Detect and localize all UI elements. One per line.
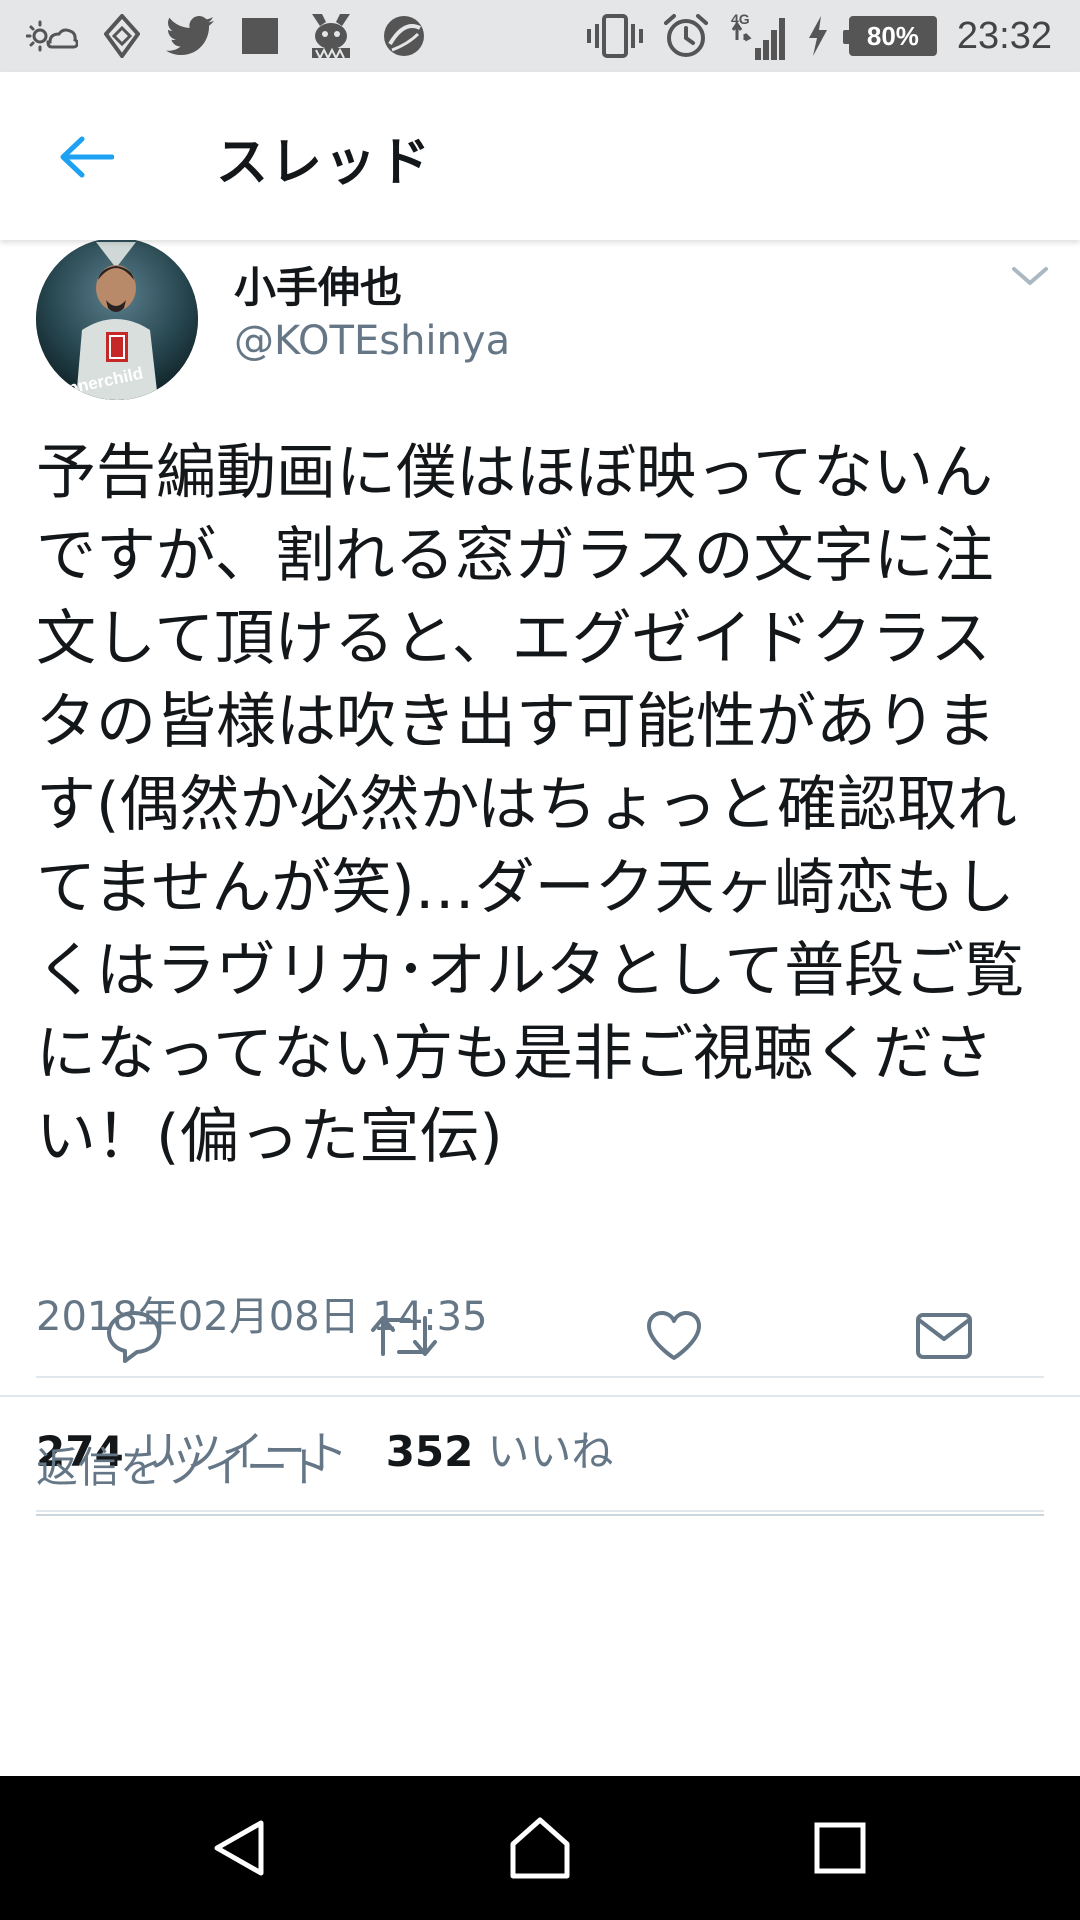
battery-indicator: 80% [842, 16, 937, 56]
feedly-icon [104, 12, 140, 60]
back-button[interactable] [46, 122, 126, 192]
author-handle[interactable]: @KOTEshinya [234, 318, 510, 364]
like-icon [647, 1311, 701, 1360]
tweet-actions [0, 1296, 1080, 1376]
retweet-button[interactable] [364, 1296, 444, 1376]
reply-icon [107, 1311, 161, 1363]
notification-icons [26, 0, 426, 72]
reply-input[interactable] [36, 1420, 1044, 1516]
direct-message-button[interactable] [904, 1296, 984, 1376]
direct-message-icon [916, 1313, 972, 1359]
author-name[interactable]: 小手伸也 [234, 254, 402, 315]
system-indicators: 4G 80% 23:32 [586, 0, 1052, 72]
app-header: スレッド [0, 72, 1080, 240]
avatar[interactable]: innerchild [36, 238, 198, 400]
chevron-down-icon [1012, 267, 1048, 285]
tweet-text: 予告編動画に僕はほぼ映ってないんですが、割れる窓ガラスの文字に注文して頂けると、… [36, 438, 1025, 1172]
navigation-bar [0, 1776, 1080, 1920]
alarm-icon [663, 12, 709, 60]
status-bar: 4G 80% 23:32 [0, 0, 1080, 72]
twitter-icon [166, 12, 214, 60]
home-icon [510, 1817, 570, 1879]
character-app-icon [306, 12, 356, 60]
vibrate-icon [586, 12, 643, 60]
like-button[interactable] [634, 1296, 714, 1376]
sphere-app-icon [382, 12, 426, 60]
back-triangle-icon [214, 1820, 264, 1876]
app-square-icon [240, 12, 280, 60]
divider [36, 1376, 1044, 1378]
arrow-left-icon [60, 136, 114, 178]
nav-home-button[interactable] [490, 1798, 590, 1898]
nav-recents-button[interactable] [790, 1798, 890, 1898]
divider [0, 1395, 1080, 1397]
recents-icon [814, 1822, 866, 1874]
page-title: スレッド [216, 133, 433, 193]
reply-button[interactable] [94, 1296, 174, 1376]
nav-back-button[interactable] [190, 1798, 290, 1898]
battery-level: 80% [866, 20, 919, 51]
weather-icon [26, 12, 78, 60]
signal-4g-icon: 4G [729, 11, 787, 60]
svg-text:4G: 4G [731, 11, 750, 27]
status-time: 23:32 [956, 14, 1052, 57]
avatar-image: innerchild [36, 238, 198, 400]
tweet-menu-button[interactable] [1008, 262, 1052, 292]
retweet-icon [371, 1316, 437, 1356]
charging-icon [807, 12, 829, 60]
